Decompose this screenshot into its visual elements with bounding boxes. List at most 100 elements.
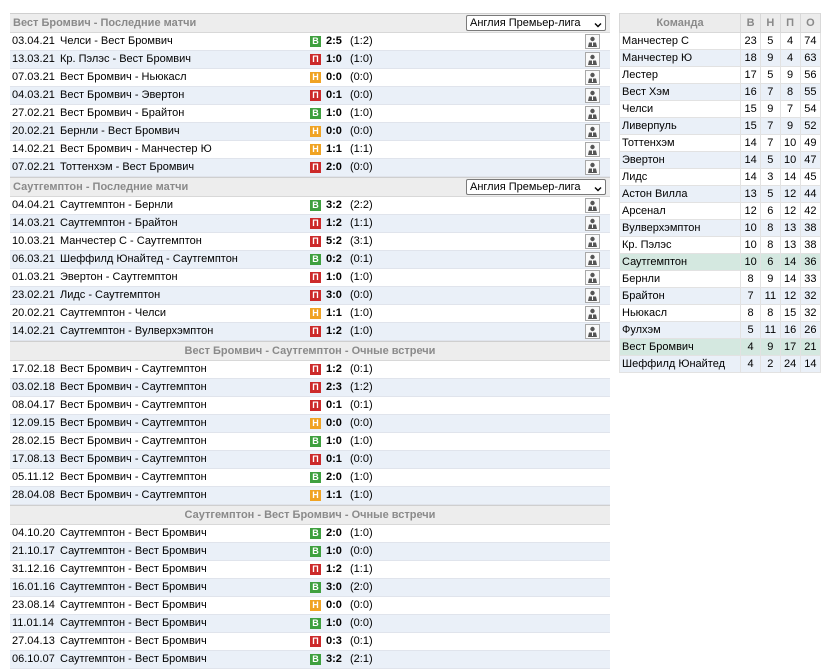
standings-row[interactable]: Брайтон 7 11 12 32 — [619, 287, 822, 305]
match-score[interactable]: 2:0 — [326, 159, 342, 176]
match-teams[interactable]: Вест Бромвич - Саутгемптон — [60, 469, 207, 486]
match-row[interactable]: 31.12.16 Саутгемптон - Вест Бромвич П 1:2 (1… — [10, 561, 610, 579]
team-name[interactable]: Вест Хэм — [619, 83, 741, 101]
standings-row[interactable]: Челси 15 9 7 54 — [619, 100, 822, 118]
match-score[interactable]: 0:1 — [326, 87, 342, 104]
match-row[interactable]: 13.03.21 Кр. Пэлэс - Вест Бромвич П 1:0 (1:0… — [10, 51, 610, 69]
match-row[interactable]: 23.08.14 Саутгемптон - Вест Бромвич Н 0:0 (0… — [10, 597, 610, 615]
match-teams[interactable]: Саутгемптон - Вест Бромвич — [60, 633, 207, 650]
team-name[interactable]: Кр. Пэлэс — [619, 236, 741, 254]
match-score[interactable]: 3:0 — [326, 287, 342, 304]
referee-icon[interactable] — [585, 216, 600, 231]
match-score[interactable]: 3:2 — [326, 651, 342, 668]
match-teams[interactable]: Вест Бромвич - Саутгемптон — [60, 361, 207, 378]
col-team[interactable]: Команда — [619, 13, 741, 33]
standings-row[interactable]: Фулхэм 5 11 16 26 — [619, 321, 822, 339]
match-score[interactable]: 1:0 — [326, 51, 342, 68]
team-name[interactable]: Брайтон — [619, 287, 741, 305]
referee-icon[interactable] — [585, 142, 600, 157]
standings-row[interactable]: Лидс 14 3 14 45 — [619, 168, 822, 186]
match-teams[interactable]: Саутгемптон - Вест Бромвич — [60, 543, 207, 560]
match-score[interactable]: 3:0 — [326, 579, 342, 596]
standings-row[interactable]: Эвертон 14 5 10 47 — [619, 151, 822, 169]
referee-icon[interactable] — [585, 306, 600, 321]
match-row[interactable]: 28.02.15 Вест Бромвич - Саутгемптон В 1:0 (1… — [10, 433, 610, 451]
match-score[interactable]: 1:2 — [326, 361, 342, 378]
match-row[interactable]: 01.03.21 Эвертон - Саутгемптон П 1:0 (1:0) — [10, 269, 610, 287]
match-score[interactable]: 0:3 — [326, 633, 342, 650]
match-score[interactable]: 3:2 — [326, 197, 342, 214]
referee-icon[interactable] — [585, 160, 600, 175]
match-row[interactable]: 06.03.21 Шеффилд Юнайтед - Саутгемптон В 0:… — [10, 251, 610, 269]
match-score[interactable]: 1:1 — [326, 487, 342, 504]
match-score[interactable]: 1:1 — [326, 141, 342, 158]
match-row[interactable]: 14.03.21 Саутгемптон - Брайтон П 1:2 (1:1) — [10, 215, 610, 233]
referee-icon[interactable] — [585, 34, 600, 49]
match-score[interactable]: 2:3 — [326, 379, 342, 396]
referee-icon[interactable] — [585, 252, 600, 267]
league-select[interactable]: Англия Премьер-лига — [466, 15, 606, 31]
match-teams[interactable]: Саутгемптон - Бернли — [60, 197, 173, 214]
match-row[interactable]: 04.03.21 Вест Бромвич - Эвертон П 0:1 (0:0) — [10, 87, 610, 105]
match-score[interactable]: 0:0 — [326, 597, 342, 614]
team-name[interactable]: Бернли — [619, 270, 741, 288]
col-draws[interactable]: Н — [760, 13, 781, 33]
match-score[interactable]: 1:2 — [326, 323, 342, 340]
referee-icon[interactable] — [585, 70, 600, 85]
referee-icon[interactable] — [585, 198, 600, 213]
match-row[interactable]: 03.04.21 Челси - Вест Бромвич В 2:5 (1:2) — [10, 33, 610, 51]
match-teams[interactable]: Шеффилд Юнайтед - Саутгемптон — [60, 251, 238, 268]
match-teams[interactable]: Челси - Вест Бромвич — [60, 33, 173, 50]
team-name[interactable]: Тоттенхэм — [619, 134, 741, 152]
referee-icon[interactable] — [585, 270, 600, 285]
team-name[interactable]: Ньюкасл — [619, 304, 741, 322]
referee-icon[interactable] — [585, 124, 600, 139]
col-losses[interactable]: П — [779, 13, 801, 33]
match-teams[interactable]: Саутгемптон - Вест Бромвич — [60, 597, 207, 614]
match-row[interactable]: 11.01.14 Саутгемптон - Вест Бромвич В 1:0 (0… — [10, 615, 610, 633]
match-teams[interactable]: Вест Бромвич - Саутгемптон — [60, 397, 207, 414]
match-row[interactable]: 14.02.21 Вест Бромвич - Манчестер Ю Н 1:1 (1… — [10, 141, 610, 159]
match-row[interactable]: 28.04.08 Вест Бромвич - Саутгемптон Н 1:1 (1… — [10, 487, 610, 505]
match-teams[interactable]: Вест Бромвич - Манчестер Ю — [60, 141, 212, 158]
match-row[interactable]: 17.08.13 Вест Бромвич - Саутгемптон П 0:1 (0… — [10, 451, 610, 469]
match-teams[interactable]: Вест Бромвич - Брайтон — [60, 105, 184, 122]
match-score[interactable]: 1:2 — [326, 215, 342, 232]
team-name[interactable]: Челси — [619, 100, 741, 118]
referee-icon[interactable] — [585, 88, 600, 103]
match-teams[interactable]: Тоттенхэм - Вест Бромвич — [60, 159, 194, 176]
match-teams[interactable]: Эвертон - Саутгемптон — [60, 269, 178, 286]
standings-row[interactable]: Вест Хэм 16 7 8 55 — [619, 83, 822, 101]
team-name[interactable]: Манчестер С — [619, 32, 741, 50]
match-teams[interactable]: Саутгемптон - Вест Бромвич — [60, 615, 207, 632]
match-row[interactable]: 04.04.21 Саутгемптон - Бернли В 3:2 (2:2) — [10, 197, 610, 215]
match-row[interactable]: 16.01.16 Саутгемптон - Вест Бромвич В 3:0 (2… — [10, 579, 610, 597]
match-row[interactable]: 27.04.13 Саутгемптон - Вест Бромвич П 0:3 (0… — [10, 633, 610, 651]
match-score[interactable]: 1:1 — [326, 305, 342, 322]
col-points[interactable]: О — [799, 13, 822, 33]
team-name[interactable]: Лидс — [619, 168, 741, 186]
match-teams[interactable]: Бернли - Вест Бромвич — [60, 123, 180, 140]
match-score[interactable]: 0:2 — [326, 251, 342, 268]
match-row[interactable]: 12.09.15 Вест Бромвич - Саутгемптон Н 0:0 (0… — [10, 415, 610, 433]
standings-row[interactable]: Ливерпуль 15 7 9 52 — [619, 117, 822, 135]
match-row[interactable]: 04.10.20 Саутгемптон - Вест Бромвич В 2:0 (1… — [10, 525, 610, 543]
match-score[interactable]: 2:5 — [326, 33, 342, 50]
match-score[interactable]: 1:2 — [326, 561, 342, 578]
match-teams[interactable]: Вест Бромвич - Ньюкасл — [60, 69, 187, 86]
match-score[interactable]: 2:0 — [326, 525, 342, 542]
match-row[interactable]: 20.02.21 Бернли - Вест Бромвич Н 0:0 (0:0) — [10, 123, 610, 141]
standings-row[interactable]: Ньюкасл 8 8 15 32 — [619, 304, 822, 322]
match-teams[interactable]: Саутгемптон - Вест Бромвич — [60, 579, 207, 596]
match-teams[interactable]: Кр. Пэлэс - Вест Бромвич — [60, 51, 191, 68]
standings-row[interactable]: Арсенал 12 6 12 42 — [619, 202, 822, 220]
team-name[interactable]: Ливерпуль — [619, 117, 741, 135]
match-row[interactable]: 10.03.21 Манчестер С - Саутгемптон П 5:2 (3:… — [10, 233, 610, 251]
match-row[interactable]: 07.03.21 Вест Бромвич - Ньюкасл Н 0:0 (0:0) — [10, 69, 610, 87]
match-score[interactable]: 1:0 — [326, 615, 342, 632]
standings-row[interactable]: Вест Бромвич 4 9 17 21 — [619, 338, 822, 356]
match-row[interactable]: 23.02.21 Лидс - Саутгемптон П 3:0 (0:0) — [10, 287, 610, 305]
match-teams[interactable]: Вест Бромвич - Эвертон — [60, 87, 184, 104]
match-teams[interactable]: Саутгемптон - Вест Бромвич — [60, 561, 207, 578]
match-row[interactable]: 21.10.17 Саутгемптон - Вест Бромвич В 1:0 (0… — [10, 543, 610, 561]
